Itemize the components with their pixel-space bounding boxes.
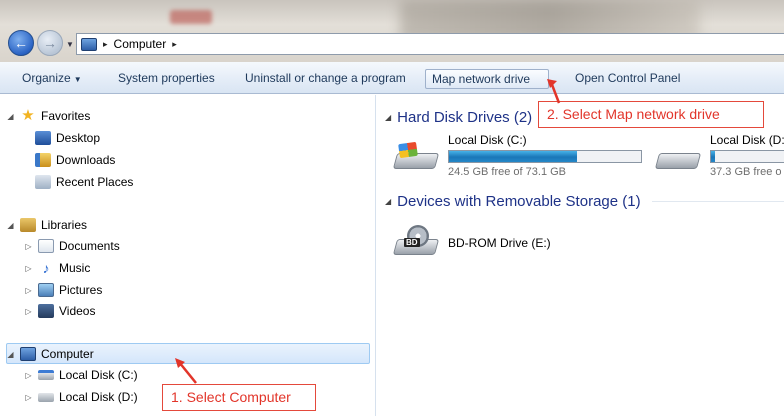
collapsed-icon[interactable]: ▷	[24, 286, 33, 295]
nav-local-disk-d[interactable]: ▷ Local Disk (D:)	[24, 387, 138, 407]
drive-usage-bar	[710, 150, 784, 163]
hard-drive-icon	[654, 141, 702, 171]
forward-arrow-icon: →	[43, 35, 57, 51]
nav-videos-label: Videos	[59, 304, 96, 318]
command-bar: Organize ▼ System properties Uninstall or…	[0, 62, 784, 94]
nav-documents[interactable]: ▷ Documents	[24, 236, 120, 256]
nav-videos[interactable]: ▷ Videos	[24, 301, 95, 321]
collapsed-icon[interactable]: ▷	[24, 264, 33, 273]
nav-libraries-label: Libraries	[41, 218, 88, 232]
nav-local-disk-d-label: Local Disk (D:)	[59, 390, 138, 404]
organize-button[interactable]: Organize ▼	[16, 69, 88, 89]
drive-local-disk-c[interactable]: Local Disk (C:) 24.5 GB free of 73.1 GB	[392, 133, 643, 183]
nav-music-label: Music	[59, 261, 91, 275]
title-bar: ← → ▼ ▸ Computer ▸	[0, 0, 784, 62]
step2-arrow-icon	[547, 79, 561, 104]
forward-button[interactable]: →	[37, 30, 63, 56]
nav-libraries[interactable]: ◢ Libraries	[6, 215, 87, 235]
drive-free-space: 37.3 GB free o	[710, 166, 782, 178]
system-properties-button[interactable]: System properties	[112, 69, 221, 89]
drive-icon	[38, 392, 54, 402]
bd-label: BD	[404, 238, 420, 247]
videos-icon	[38, 304, 54, 318]
collapsed-icon[interactable]: ▷	[24, 393, 33, 402]
drive-usage-fill	[711, 151, 715, 162]
desktop-icon	[35, 131, 51, 145]
collapsed-icon[interactable]: ▷	[24, 307, 33, 316]
nav-downloads-label: Downloads	[56, 153, 116, 167]
nav-recent-places-label: Recent Places	[56, 175, 134, 189]
nav-favorites-label: Favorites	[41, 109, 91, 123]
content-pane: ◢ Hard Disk Drives (2) Local Disk (C:) 2…	[377, 95, 784, 416]
drive-bd-rom[interactable]: BD BD-ROM Drive (E:)	[392, 221, 593, 265]
nav-desktop[interactable]: Desktop	[35, 128, 100, 148]
system-drive-icon	[38, 370, 54, 380]
nav-computer[interactable]: ◢ Computer	[6, 344, 94, 364]
back-arrow-icon: ←	[14, 35, 28, 51]
drive-usage-fill	[449, 151, 577, 162]
nav-recent-places[interactable]: Recent Places	[35, 172, 133, 192]
downloads-icon	[35, 153, 51, 167]
bd-rom-drive-icon: BD	[392, 225, 440, 257]
nav-pictures-label: Pictures	[59, 283, 103, 297]
drive-free-space: 24.5 GB free of 73.1 GB	[448, 166, 567, 178]
computer-icon	[81, 37, 97, 51]
hard-drive-windows-icon	[392, 141, 440, 171]
expanded-icon[interactable]: ◢	[6, 221, 15, 230]
drive-local-disk-d[interactable]: Local Disk (D: 37.3 GB free o	[654, 133, 784, 183]
drive-name: Local Disk (D:	[710, 133, 784, 147]
chevron-down-icon: ▼	[73, 75, 82, 84]
breadcrumb-separator[interactable]: ▸	[103, 39, 108, 50]
expanded-icon[interactable]: ◢	[6, 112, 15, 121]
nav-music[interactable]: ▷ ♪ Music	[24, 258, 90, 278]
pictures-icon	[38, 283, 54, 297]
nav-computer-label: Computer	[41, 347, 94, 361]
hard-disk-drives-label: Hard Disk Drives (2)	[397, 108, 533, 126]
breadcrumb-separator[interactable]: ▸	[172, 39, 177, 50]
computer-icon	[20, 347, 36, 361]
nav-favorites[interactable]: ◢ ★ Favorites	[6, 106, 90, 126]
removable-storage-label: Devices with Removable Storage (1)	[397, 192, 641, 210]
group-divider	[652, 201, 784, 202]
drive-name: BD-ROM Drive (E:)	[448, 236, 551, 250]
drive-name: Local Disk (C:)	[448, 133, 527, 147]
star-icon: ★	[21, 107, 35, 124]
organize-label: Organize	[22, 71, 71, 85]
expanded-icon: ◢	[385, 112, 392, 122]
nav-downloads[interactable]: Downloads	[35, 150, 115, 170]
collapsed-icon[interactable]: ▷	[24, 371, 33, 380]
nav-pictures[interactable]: ▷ Pictures	[24, 280, 102, 300]
documents-icon	[38, 239, 54, 253]
nav-desktop-label: Desktop	[56, 131, 101, 145]
nav-local-disk-c-label: Local Disk (C:)	[59, 368, 138, 382]
drive-usage-bar	[448, 150, 642, 163]
address-bar[interactable]: ▸ Computer ▸	[76, 33, 784, 55]
back-button[interactable]: ←	[8, 30, 34, 56]
hard-disk-drives-header[interactable]: ◢ Hard Disk Drives (2)	[385, 106, 532, 128]
nav-local-disk-c[interactable]: ▷ Local Disk (C:)	[24, 365, 138, 385]
collapsed-icon[interactable]: ▷	[24, 242, 33, 251]
step1-arrow-icon	[175, 358, 197, 384]
breadcrumb-computer[interactable]: Computer	[114, 37, 167, 51]
music-icon: ♪	[42, 260, 50, 276]
map-network-drive-button[interactable]: Map network drive	[425, 69, 549, 89]
step2-annotation: 2. Select Map network drive	[538, 101, 764, 128]
expanded-icon[interactable]: ◢	[6, 350, 15, 359]
nav-documents-label: Documents	[59, 239, 120, 253]
libraries-icon	[20, 218, 36, 232]
recent-places-icon	[35, 175, 51, 189]
step1-annotation: 1. Select Computer	[162, 384, 316, 411]
uninstall-program-button[interactable]: Uninstall or change a program	[239, 69, 412, 89]
expanded-icon: ◢	[385, 196, 392, 206]
removable-storage-header[interactable]: ◢ Devices with Removable Storage (1)	[385, 190, 641, 212]
open-control-panel-button[interactable]: Open Control Panel	[569, 69, 686, 89]
recent-pages-dropdown-icon[interactable]: ▼	[66, 40, 74, 49]
